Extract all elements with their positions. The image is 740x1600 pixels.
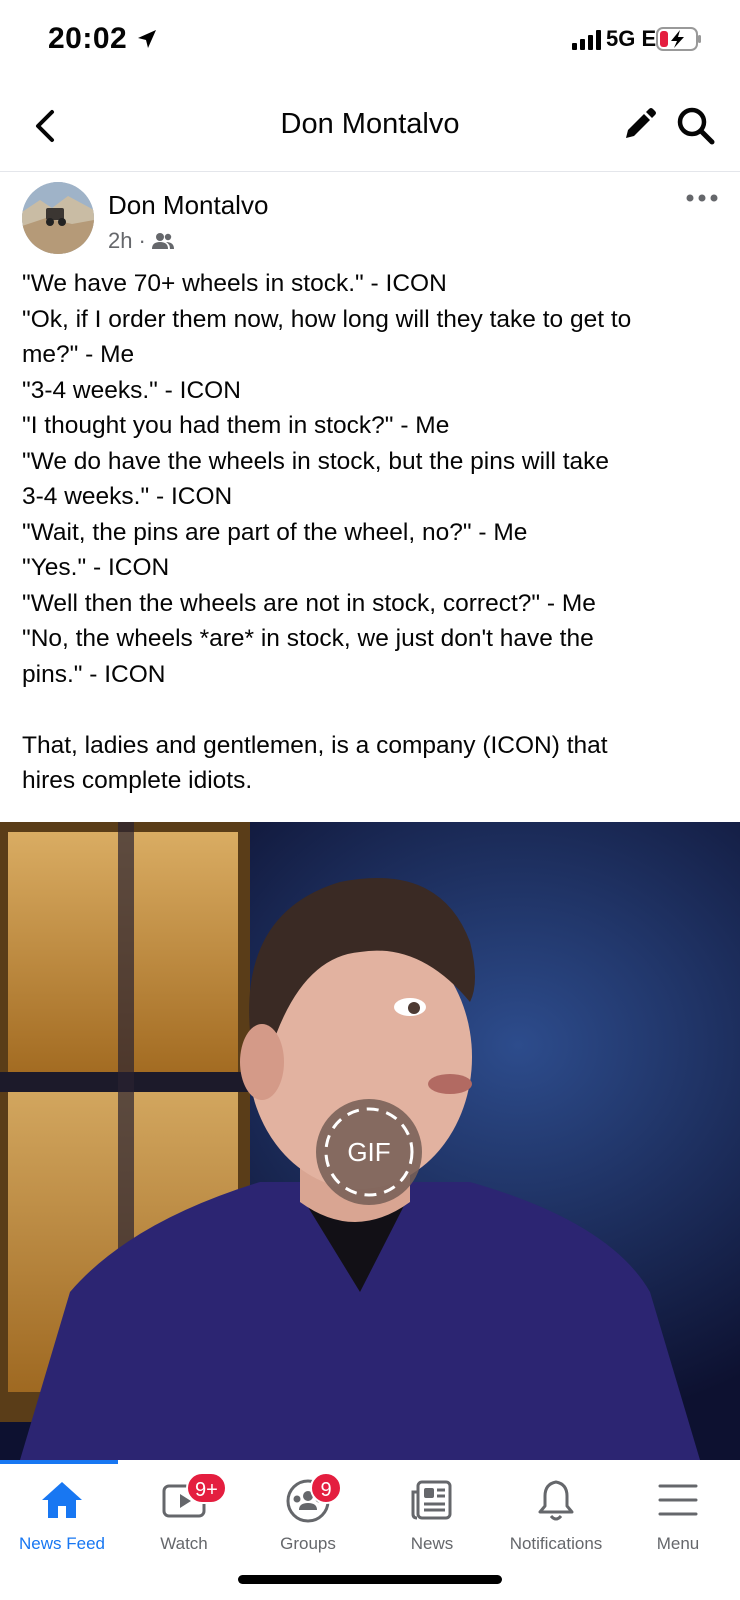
nav-label: News Feed (19, 1534, 105, 1553)
post-line: "We have 70+ wheels in stock." - ICON (22, 270, 447, 297)
post-meta: 2h · (108, 228, 174, 254)
nav-item-notifications[interactable]: Notifications (494, 1460, 618, 1564)
watch-badge: 9+ (186, 1472, 227, 1504)
search-icon[interactable] (674, 104, 716, 146)
nav-label: Groups (280, 1534, 336, 1553)
location-arrow-icon (138, 30, 156, 48)
nav-item-groups[interactable]: 9 Groups (246, 1460, 370, 1564)
nav-item-news-feed[interactable]: News Feed (0, 1460, 124, 1564)
post-time[interactable]: 2h (108, 228, 132, 254)
post-line: hires complete idiots. (22, 767, 253, 794)
home-icon (42, 1482, 82, 1518)
nav-item-watch[interactable]: 9+ Watch (122, 1460, 246, 1564)
nav-item-menu[interactable]: Menu (616, 1460, 740, 1564)
gif-label: GIF (347, 1137, 391, 1167)
home-indicator[interactable] (238, 1575, 502, 1584)
status-time: 20:02 (48, 22, 128, 55)
nav-label: News (410, 1534, 454, 1553)
avatar[interactable] (22, 182, 94, 254)
nav-label: Menu (656, 1534, 700, 1553)
groups-badge: 9 (310, 1472, 342, 1504)
post-line: That, ladies and gentlemen, is a company… (22, 731, 608, 759)
battery-charging-icon (656, 27, 701, 51)
post-line: "Well then the wheels are not in stock, … (22, 589, 596, 617)
nav-item-news[interactable]: News (370, 1460, 494, 1564)
pencil-icon[interactable] (620, 106, 658, 144)
status-bar: 20:02 5G E (0, 0, 740, 80)
nav-label: Watch (160, 1534, 208, 1553)
newspaper-icon (411, 1480, 452, 1520)
gif-media[interactable]: GIF (0, 822, 740, 1460)
post-author[interactable]: Don Montalvo (108, 190, 268, 221)
nav-label: Notifications (509, 1534, 603, 1553)
post-line: "No, the wheels *are* in stock, we just … (22, 625, 594, 652)
post-line: pins." - ICON (22, 660, 166, 688)
signal-icon (572, 30, 601, 50)
post-line: me?" - Me (22, 341, 135, 368)
post-line: "I thought you had them in stock?" - Me (22, 412, 450, 439)
post-line: "Ok, if I order them now, how long will … (22, 305, 632, 333)
friends-icon (151, 233, 174, 249)
post-text: "We have 70+ wheels in stock." - ICON "O… (22, 266, 722, 799)
gif-play-button[interactable]: GIF (316, 1099, 422, 1205)
post-line: "Yes." - ICON (22, 554, 170, 581)
post-line: "3-4 weeks." - ICON (22, 376, 241, 404)
post-line: "Wait, the pins are part of the wheel, n… (22, 518, 528, 546)
post-line: 3-4 weeks." - ICON (22, 483, 233, 510)
meta-separator: · (138, 228, 146, 253)
post-line: "We do have the wheels in stock, but the… (22, 447, 610, 475)
network-type: 5G E (606, 26, 657, 51)
app-header: Don Montalvo (0, 80, 740, 172)
more-options-icon[interactable] (682, 186, 722, 210)
menu-icon (658, 1484, 698, 1516)
bell-icon (538, 1480, 574, 1521)
